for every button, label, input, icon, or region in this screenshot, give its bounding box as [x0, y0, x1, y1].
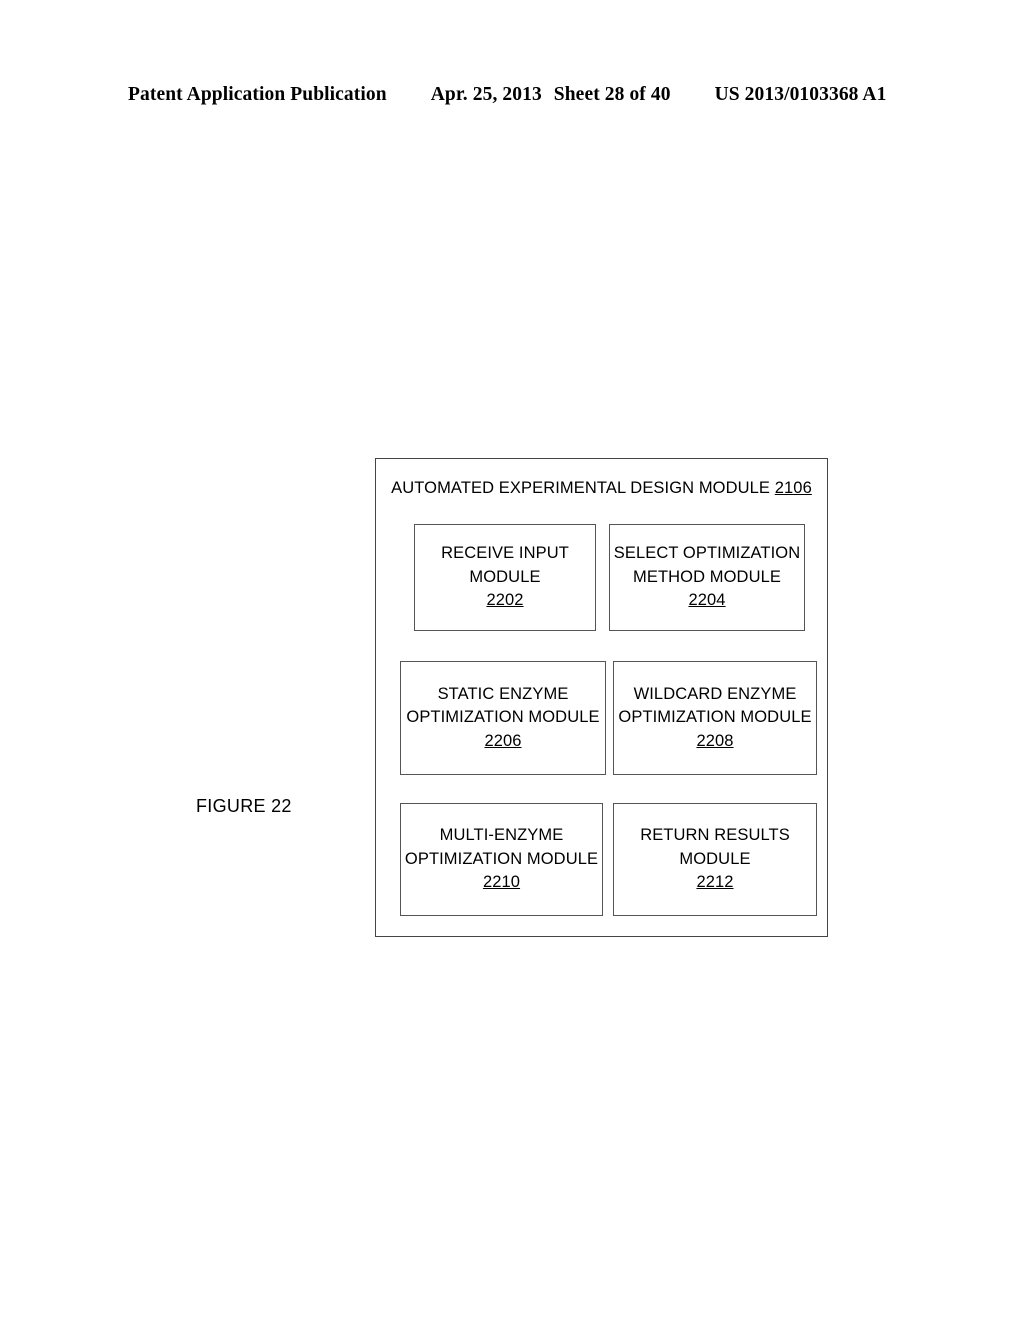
module-box-line-1: RETURN RESULTS — [640, 826, 790, 845]
module-box-line-1: SELECT OPTIMIZATION — [613, 544, 801, 563]
publication-label: Patent Application Publication — [128, 84, 387, 105]
module-box-line-2: METHOD MODULE — [633, 567, 781, 586]
module-box-reference-numeral: 2212 — [696, 873, 734, 892]
module-box-line-2: OPTIMIZATION MODULE — [404, 849, 599, 868]
module-box-static-enzyme-optimization: STATIC ENZYME OPTIMIZATION MODULE 2206 — [400, 661, 606, 775]
module-box-line-1: WILDCARD ENZYME — [633, 684, 797, 703]
module-grid: RECEIVE INPUT MODULE 2202 SELECT OPTIMIZ… — [376, 459, 827, 936]
module-box-reference-numeral: 2204 — [688, 591, 726, 610]
automated-experimental-design-module-container: AUTOMATED EXPERIMENTAL DESIGN MODULE 210… — [375, 458, 828, 937]
module-box-reference-numeral: 2210 — [482, 873, 521, 892]
module-box-select-optimization-method: SELECT OPTIMIZATION METHOD MODULE 2204 — [609, 524, 805, 631]
publication-date: Apr. 25, 2013 — [430, 84, 542, 105]
sheet-number: Sheet 28 of 40 — [553, 84, 671, 105]
patent-number: US 2013/0103368 A1 — [714, 84, 887, 105]
module-box-line-1: MULTI-ENZYME — [439, 826, 564, 845]
module-box-line-2: OPTIMIZATION MODULE — [618, 708, 812, 727]
module-box-line-2: OPTIMIZATION MODULE — [406, 708, 600, 727]
module-box-receive-input: RECEIVE INPUT MODULE 2202 — [414, 524, 596, 631]
module-box-line-1: STATIC ENZYME — [437, 684, 569, 703]
module-box-line-2: MODULE — [679, 849, 751, 868]
module-box-reference-numeral: 2206 — [484, 731, 522, 750]
patent-running-header: Patent Application Publication Apr. 25, … — [128, 84, 896, 106]
module-box-line-2: MODULE — [469, 567, 541, 586]
figure-label: FIGURE 22 — [196, 796, 292, 816]
module-box-wildcard-enzyme-optimization: WILDCARD ENZYME OPTIMIZATION MODULE 2208 — [613, 661, 817, 775]
module-box-reference-numeral: 2208 — [696, 731, 734, 750]
module-box-reference-numeral: 2202 — [486, 591, 524, 610]
module-box-multi-enzyme-optimization: MULTI-ENZYME OPTIMIZATION MODULE 2210 — [400, 803, 603, 916]
module-box-return-results: RETURN RESULTS MODULE 2212 — [613, 803, 817, 916]
module-box-line-1: RECEIVE INPUT — [441, 544, 569, 563]
